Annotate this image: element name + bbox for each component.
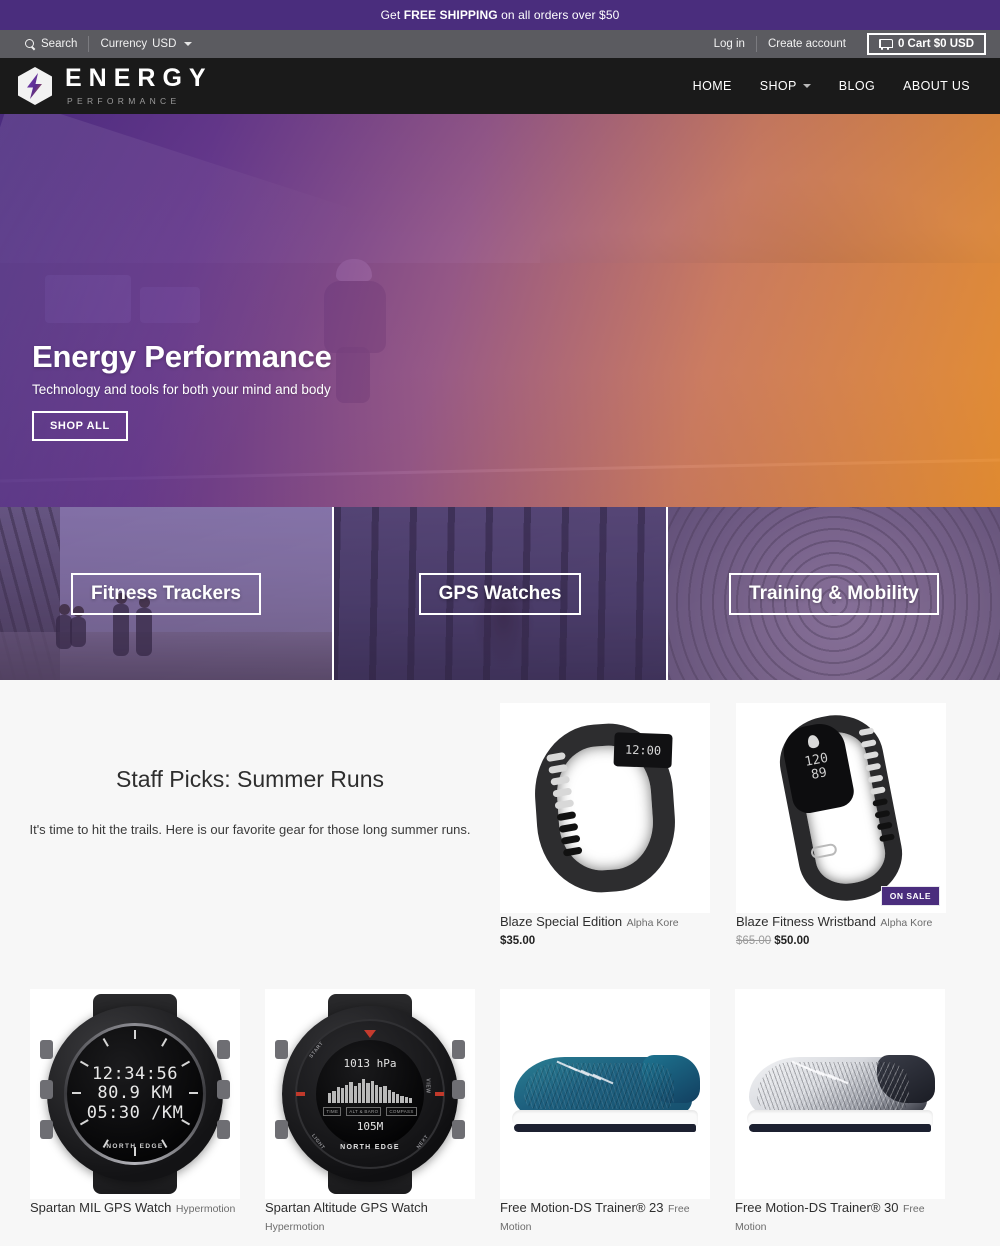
announcement-strong: FREE SHIPPING (403, 8, 498, 22)
product-card-blaze-special-edition[interactable]: 12:00 Blaze Special Edition Alpha Kore $… (500, 703, 710, 949)
logo-name: ENERGY (65, 64, 213, 93)
product-grid-bottom: 12:34:56 80.9 KM 05:30 /KM NORTH EDGE Sp… (30, 989, 970, 1235)
utility-bar-left: Search Currency USD (14, 36, 203, 52)
nav-item-blog[interactable]: BLOG (825, 79, 889, 93)
product-vendor: Hypermotion (265, 1221, 325, 1233)
announcement-prefix: Get (380, 8, 404, 22)
sale-badge: ON SALE (880, 886, 940, 906)
cart-button[interactable]: 0 Cart $0 USD (866, 33, 986, 55)
product-vendor: Hypermotion (175, 1203, 236, 1215)
tracker-display-time: 12:00 (624, 742, 662, 758)
cart-label: 0 Cart $0 USD (897, 38, 974, 50)
logo-text: ENERGY PERFORMANCE (65, 66, 213, 106)
staff-picks-description: It's time to hit the trails. Here is our… (29, 822, 471, 837)
watch-display-altitude: 105M (356, 1120, 384, 1133)
product-title: Free Motion-DS Trainer® 30 (735, 1200, 899, 1215)
watch-top-marker-icon (364, 1030, 376, 1038)
category-label: GPS Watches (418, 572, 582, 615)
announcement-text: Get FREE SHIPPING on all orders over $50 (381, 8, 620, 22)
product-card-blaze-fitness-wristband[interactable]: 120 89 ON SALE Blaze Fitness Wristband A… (736, 703, 946, 949)
product-grid-top: 12:00 Blaze Special Edition Alpha Kore $… (500, 703, 970, 949)
product-vendor: Alpha Kore (880, 917, 933, 929)
product-title: Blaze Special Edition (500, 914, 623, 929)
nav-item-shop[interactable]: SHOP (746, 79, 825, 93)
nav-label: HOME (692, 79, 732, 93)
category-tile-gps-watches[interactable]: GPS Watches (332, 507, 666, 680)
product-image: 12:34:56 80.9 KM 05:30 /KM NORTH EDGE (30, 989, 240, 1199)
product-compare-price: $65.00 (736, 935, 772, 947)
watch-tab-time: TIME (323, 1107, 342, 1116)
announcement-suffix: on all orders over $50 (497, 8, 620, 22)
product-title: Spartan Altitude GPS Watch (265, 1200, 428, 1215)
product-title: Free Motion-DS Trainer® 23 (500, 1200, 664, 1215)
product-sale-price: $50.00 (774, 935, 810, 947)
watch-brand: NORTH EDGE (106, 1143, 164, 1150)
watch-barometer-chart (328, 1075, 412, 1103)
currency-label: Currency (100, 38, 148, 50)
nav-label: SHOP (759, 79, 797, 93)
category-label: Training & Mobility (729, 572, 939, 615)
category-tile-training-mobility[interactable]: Training & Mobility (666, 507, 1000, 680)
nav-item-about-us[interactable]: ABOUT US (889, 79, 984, 93)
product-card-free-motion-ds-trainer-23[interactable]: Free Motion-DS Trainer® 23 Free Motion (500, 989, 710, 1235)
category-label: Fitness Trackers (71, 572, 261, 615)
water-drop-icon (805, 733, 820, 750)
fitness-tracker-artwork: 12:00 (530, 719, 680, 897)
search-label: Search (41, 38, 78, 50)
product-card-free-motion-ds-trainer-30[interactable]: Free Motion-DS Trainer® 30 Free Motion (735, 989, 945, 1235)
currency-value: USD (152, 38, 177, 50)
product-image (735, 989, 945, 1199)
product-image: 120 89 ON SALE (736, 703, 946, 913)
product-card-spartan-altitude-gps-watch[interactable]: START VIEW LIGHT NEXT 1013 hPa TIME ALT … (265, 989, 475, 1235)
main-navigation: HOME SHOP BLOG ABOUT US (679, 79, 984, 93)
hero-content: Energy Performance Technology and tools … (32, 339, 332, 441)
product-title: Spartan MIL GPS Watch (30, 1200, 172, 1215)
product-price: $65.00 $50.00 (736, 935, 809, 947)
fitness-wristband-artwork: 120 89 (772, 706, 910, 910)
product-image: 12:00 (500, 703, 710, 913)
search-button[interactable]: Search (14, 38, 88, 50)
product-vendor: Alpha Kore (626, 917, 679, 929)
site-header: ENERGY PERFORMANCE HOME SHOP BLOG ABOUT … (0, 58, 1000, 114)
utility-bar-right: Log in Create account 0 Cart $0 USD (703, 33, 986, 55)
product-price: $35.00 (500, 935, 536, 947)
currency-selector[interactable]: Currency USD (89, 38, 203, 50)
create-account-link[interactable]: Create account (757, 38, 857, 50)
product-title: Blaze Fitness Wristband (736, 914, 876, 929)
hero-title: Energy Performance (32, 339, 332, 374)
nav-item-home[interactable]: HOME (679, 79, 746, 93)
logo-subtitle: PERFORMANCE (67, 96, 181, 107)
altitude-watch-artwork: START VIEW LIGHT NEXT 1013 hPa TIME ALT … (275, 994, 465, 1194)
wristband-display-line2: 89 (809, 764, 829, 783)
chevron-down-icon (802, 84, 811, 88)
login-link[interactable]: Log in (703, 38, 756, 50)
product-image (500, 989, 710, 1199)
nav-label: ABOUT US (903, 79, 970, 93)
hero-banner: Energy Performance Technology and tools … (0, 114, 1000, 507)
cart-icon (878, 38, 893, 50)
announcement-bar: Get FREE SHIPPING on all orders over $50 (0, 0, 1000, 30)
watch-display-pressure: 1013 hPa (343, 1057, 397, 1070)
utility-bar: Search Currency USD Log in Create accoun… (0, 30, 1000, 58)
chevron-down-icon (184, 42, 193, 46)
watch-tab-alt-baro: ALT & BARO (346, 1107, 382, 1116)
running-shoe-artwork (510, 1051, 700, 1137)
watch-tab-compass: COMPASS (386, 1107, 417, 1116)
running-shoe-artwork (745, 1051, 935, 1137)
category-tile-fitness-trackers[interactable]: Fitness Trackers (0, 507, 332, 680)
watch-brand: NORTH EDGE (340, 1144, 400, 1151)
watch-mode-tabs: TIME ALT & BARO COMPASS (323, 1107, 417, 1116)
category-tiles: Fitness Trackers GPS Watches Training & … (0, 507, 1000, 680)
gps-watch-artwork: 12:34:56 80.9 KM 05:30 /KM NORTH EDGE (40, 994, 230, 1194)
staff-picks-section: Staff Picks: Summer Runs It's time to hi… (0, 680, 1000, 1246)
product-card-spartan-mil-gps-watch[interactable]: 12:34:56 80.9 KM 05:30 /KM NORTH EDGE Sp… (30, 989, 240, 1235)
search-icon (25, 38, 36, 50)
nav-label: BLOG (838, 79, 876, 93)
staff-picks-title: Staff Picks: Summer Runs (116, 766, 384, 792)
logo-bolt-icon (16, 66, 54, 106)
logo[interactable]: ENERGY PERFORMANCE (16, 66, 213, 106)
shop-all-button[interactable]: SHOP ALL (32, 411, 128, 441)
hero-subtitle: Technology and tools for both your mind … (32, 382, 331, 397)
product-image: START VIEW LIGHT NEXT 1013 hPa TIME ALT … (265, 989, 475, 1199)
